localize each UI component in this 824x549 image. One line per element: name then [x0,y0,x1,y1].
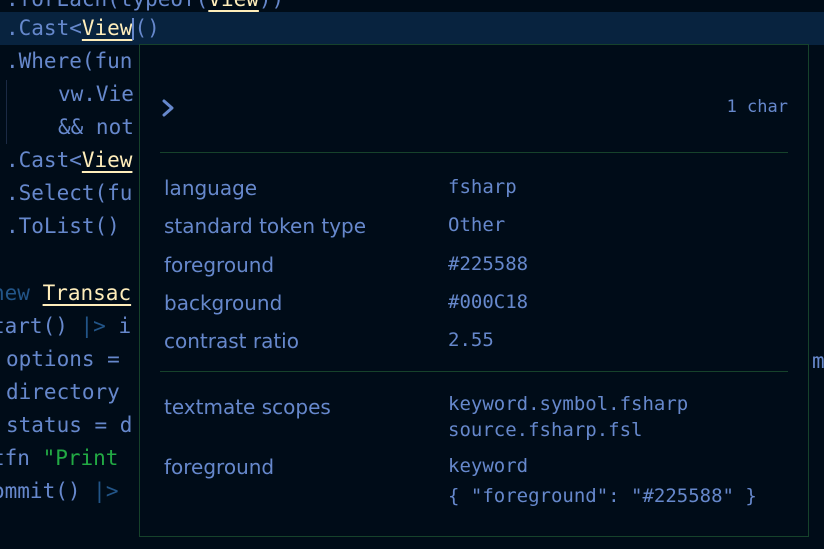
token-inspector-hover: 1 char language fsharp standard token ty… [139,44,809,537]
code-line[interactable]: options = [6,343,120,376]
code-line[interactable]: && not [58,111,134,144]
value-language: fsharp [448,176,517,198]
code-line[interactable]: .Where(fun [6,45,132,78]
char-count: 1 char [726,97,788,117]
value-theme-rule: keyword [448,455,529,477]
code-line[interactable]: new Transac [0,277,131,310]
value-foreground: #225588 [448,253,529,275]
value-token-type: Other [448,214,506,236]
code-line[interactable]: directory [6,376,120,409]
value-theme-json: { "foreground": "#225588" } [448,485,757,507]
divider [160,371,788,372]
chevron-right-icon[interactable] [160,97,178,119]
label-background: background [164,291,283,315]
value-scope: keyword.symbol.fsharp [448,393,689,415]
label-textmate-scopes: textmate scopes [164,395,331,419]
code-fragment: m [812,349,824,373]
label-contrast-ratio: contrast ratio [164,329,299,353]
value-background: #000C18 [448,291,529,313]
code-line[interactable]: .Cast<View [6,144,132,177]
divider [160,152,788,153]
label-token-type: standard token type [164,214,367,238]
label-language: language [164,176,258,200]
indent-guide [6,80,7,144]
code-line[interactable]: tfn "Print [0,442,118,475]
code-line-current[interactable]: .Cast<View() [0,12,824,45]
code-line[interactable]: status = d [6,409,132,442]
code-line[interactable]: .Select(fu [6,177,132,210]
code-line[interactable]: .ToList() [6,210,120,243]
code-line[interactable]: ommit() |> [0,475,118,508]
label-theme-foreground: foreground [164,455,275,479]
code-line[interactable]: vw.Vie [58,78,134,111]
label-foreground: foreground [164,253,275,277]
code-line[interactable]: tart() |> i [0,310,131,343]
value-scope: source.fsharp.fsl [448,419,643,441]
value-contrast-ratio: 2.55 [448,329,494,351]
